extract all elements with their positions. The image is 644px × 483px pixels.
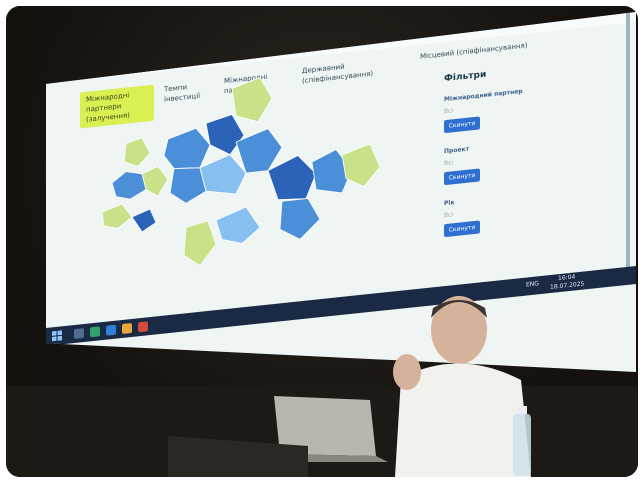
region-center-4[interactable] [199,153,247,198]
taskbar-app-icon[interactable] [90,326,100,338]
desk [168,436,308,477]
reset-year-button[interactable]: Скинути [444,220,480,238]
region-east-3[interactable] [279,197,321,241]
region-west-1[interactable] [111,169,147,201]
region-west-3[interactable] [141,165,169,198]
region-east-4[interactable] [341,143,381,189]
region-north-1[interactable] [231,76,273,124]
reset-partner-button[interactable]: Скинути [444,116,480,134]
filter-value-partner[interactable]: Всі [444,107,453,115]
reset-project-button[interactable]: Скинути [444,168,480,186]
region-west-4[interactable] [101,203,133,230]
filter-label-year: Рік [444,199,455,208]
taskbar-app-icon[interactable] [106,324,116,336]
photo-frame: Міжнародні партнери (залучення) Темпи ін… [6,6,638,477]
clock-date: 18.07.2025 [550,280,585,292]
page-scrollbar[interactable] [626,12,630,272]
region-west-2[interactable] [123,137,151,168]
taskbar-app-icon[interactable] [138,321,148,333]
water-bottle [513,406,531,476]
filter-value-year[interactable]: Всі [444,211,453,219]
region-west-5[interactable] [131,208,157,233]
region-east-1[interactable] [267,154,317,203]
region-center-1[interactable] [163,127,211,172]
region-south-1[interactable] [183,220,217,267]
filters-title: Фільтри [444,69,487,85]
windows-start-icon[interactable] [52,330,62,342]
filter-value-project[interactable]: Всі [444,159,453,167]
filter-label-project: Проект [444,145,470,156]
filter-label-partner: Міжнародний партнер [444,87,523,104]
region-center-2[interactable] [205,113,245,157]
region-south-2[interactable] [215,206,261,247]
taskbar-app-icon[interactable] [122,322,132,335]
taskbar-app-icon[interactable] [74,328,84,340]
